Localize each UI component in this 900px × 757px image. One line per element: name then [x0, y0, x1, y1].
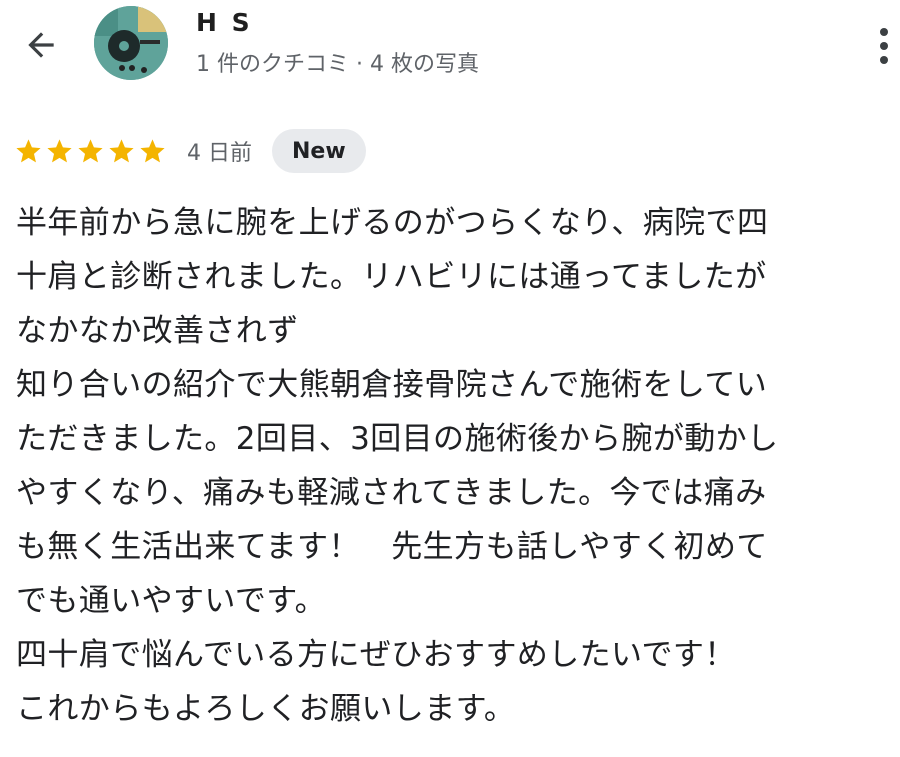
review-text-line: 四十肩で悩んでいる方にぜひおすすめしたいです！: [16, 637, 736, 673]
more-options-button[interactable]: [862, 18, 900, 74]
review-text-line: 半年前から急に腕を上げるのがつらくなり、病院で四: [16, 205, 769, 241]
new-badge: New: [272, 129, 366, 173]
review-text-line: 知り合いの紹介で大熊朝倉接骨院さんで施術をしてい: [16, 367, 768, 403]
avatar-image: [94, 6, 168, 80]
arrow-left-icon: [28, 32, 54, 58]
star-icon: [47, 138, 72, 162]
user-name[interactable]: H S: [196, 8, 253, 37]
more-vert-icon: [880, 28, 888, 64]
review-date: 4 日前: [187, 141, 252, 166]
rating-row: 4 日前 New: [14, 128, 366, 174]
star-icon: [140, 138, 165, 162]
back-button[interactable]: [18, 22, 64, 68]
review-text-line: 十肩と診断されました。リハビリには通ってましたが: [16, 259, 767, 295]
review-text: 半年前から急に腕を上げるのがつらくなり、病院で四 十肩と診断されました。リハビリに…: [16, 196, 886, 736]
user-meta: 1 件のクチコミ · 4 枚の写真: [196, 52, 479, 77]
review-text-line: も無く生活出来てます！ 先生方も話しやすく初めて: [16, 529, 768, 565]
review-header: H S 1 件のクチコミ · 4 枚の写真: [0, 0, 900, 100]
review-text-line: ただきました。2回目、3回目の施術後から腕が動かし: [16, 421, 779, 457]
review-text-line: なかなか改善されず: [16, 313, 299, 349]
star-icon: [109, 138, 134, 162]
star-icon: [78, 138, 103, 162]
review-text-line: やすくなり、痛みも軽減されてきました。今では痛み: [16, 475, 767, 511]
star-icon: [16, 138, 41, 162]
review-text-line: これからもよろしくお願いします。: [16, 691, 516, 727]
review-text-line: でも通いやすいです。: [16, 583, 326, 619]
avatar[interactable]: [94, 6, 168, 80]
star-rating: [14, 137, 167, 166]
